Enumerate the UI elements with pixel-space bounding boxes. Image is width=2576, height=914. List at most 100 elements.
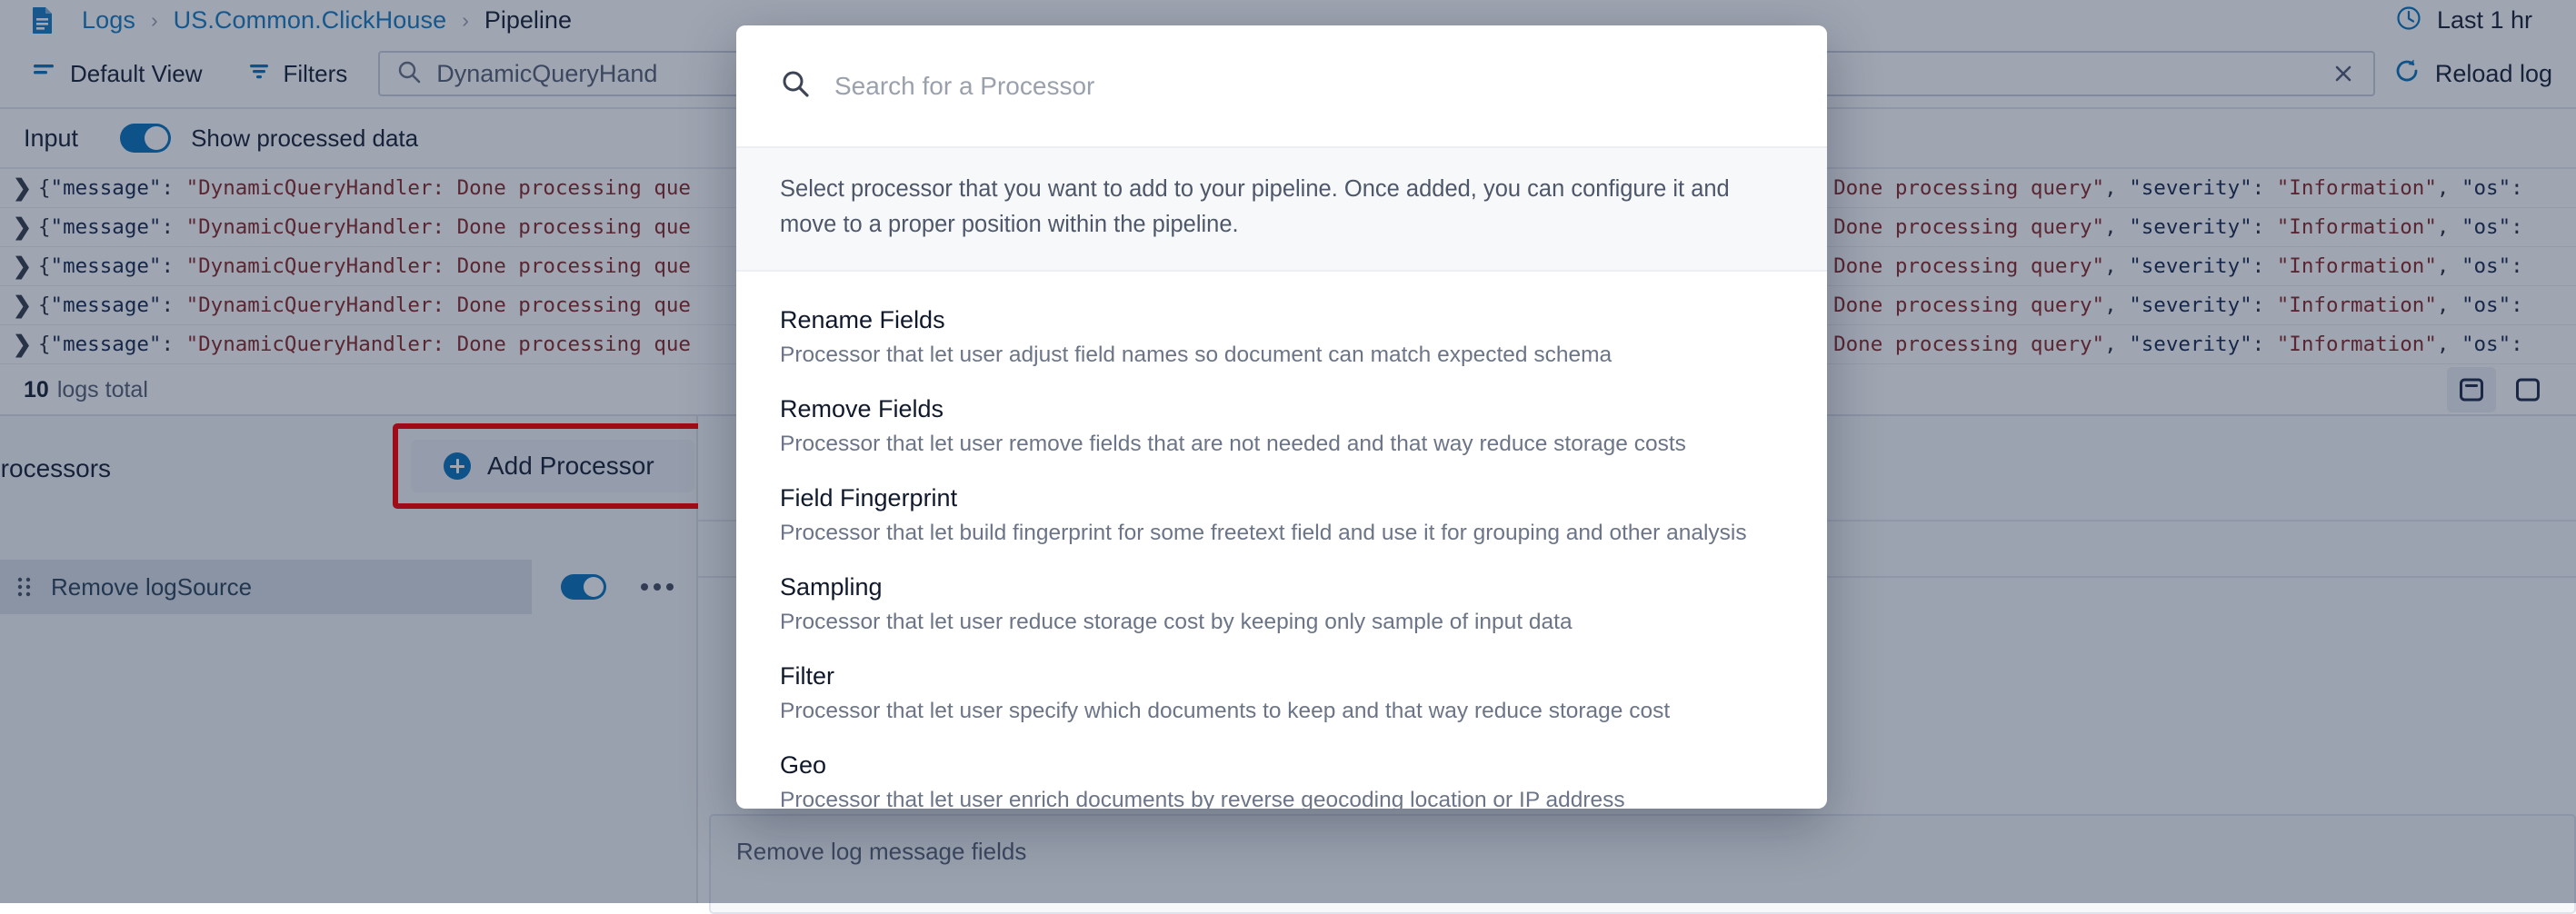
log-json-key: "message" xyxy=(51,215,162,239)
processors-pane: Processors Add Processor xyxy=(0,416,698,903)
processor-option-list: Rename Fields Processor that let user ad… xyxy=(736,272,1827,810)
search-icon xyxy=(780,68,811,104)
log-json-key-severity: "severity" xyxy=(2129,215,2252,239)
breadcrumb-item-logs[interactable]: Logs xyxy=(82,6,135,35)
time-range-label: Last 1 hr xyxy=(2437,6,2532,35)
processor-option-remove-fields[interactable]: Remove Fields Processor that let user re… xyxy=(736,382,1827,472)
log-json-value-tail: : Done processing query" xyxy=(1809,254,2104,278)
processor-option-filter[interactable]: Filter Processor that let user specify w… xyxy=(736,650,1827,739)
breadcrumb-item-pipeline: Pipeline xyxy=(484,6,572,35)
default-view-button[interactable]: Default View xyxy=(24,53,212,95)
chevron-right-icon[interactable]: ❯ xyxy=(13,214,38,241)
panel-layout-controls xyxy=(2447,367,2552,412)
add-processor-highlight: Add Processor xyxy=(393,423,713,509)
log-json-value-severity: "Information" xyxy=(2277,176,2437,200)
processor-option-name: Geo xyxy=(780,751,1783,780)
processor-name: Remove logSource xyxy=(51,573,252,601)
log-json-key-os: "os" xyxy=(2461,176,2511,200)
description-placeholder: Remove log message fields xyxy=(736,838,1026,866)
log-json-value-severity: "Information" xyxy=(2277,215,2437,239)
processor-option-description: Processor that let build fingerprint for… xyxy=(780,521,1783,546)
log-json-open: { xyxy=(38,176,51,200)
processor-option-rename-fields[interactable]: Rename Fields Processor that let user ad… xyxy=(736,293,1827,382)
log-json-key: "message" xyxy=(51,176,162,200)
breadcrumb: Logs › US.Common.ClickHouse › Pipeline xyxy=(82,6,572,35)
processor-option-sampling[interactable]: Sampling Processor that let user reduce … xyxy=(736,561,1827,650)
breadcrumb-item-table[interactable]: US.Common.ClickHouse xyxy=(174,6,447,35)
processor-enable-toggle[interactable] xyxy=(561,574,606,600)
processor-option-description: Processor that let user reduce storage c… xyxy=(780,610,1783,635)
log-json-colon: : xyxy=(161,215,185,239)
log-json-value: "DynamicQueryHandler: Done processing qu… xyxy=(186,293,691,317)
input-title: Input xyxy=(24,124,78,153)
chevron-right-icon[interactable]: ❯ xyxy=(13,331,38,358)
description-field[interactable]: Remove log message fields xyxy=(709,814,2576,914)
kebab-menu-icon[interactable] xyxy=(641,583,674,591)
log-json-value-severity: "Information" xyxy=(2277,254,2437,278)
logs-total-count: 10 xyxy=(24,377,49,403)
processor-option-geo[interactable]: Geo Processor that let user enrich docum… xyxy=(736,739,1827,810)
log-json-key-severity: "severity" xyxy=(2129,176,2252,200)
processor-option-description: Processor that let user specify which do… xyxy=(780,699,1783,724)
show-processed-data-label: Show processed data xyxy=(191,124,418,153)
refresh-icon xyxy=(2393,57,2421,91)
processors-title: Processors xyxy=(0,454,111,483)
log-json-key: "message" xyxy=(51,293,162,317)
processor-option-name: Sampling xyxy=(780,573,1783,601)
log-json-value-tail: : Done processing query" xyxy=(1809,293,2104,317)
processor-option-name: Filter xyxy=(780,662,1783,690)
add-processor-label: Add Processor xyxy=(487,452,654,481)
processor-option-name: Field Fingerprint xyxy=(780,484,1783,512)
log-json-key-os: "os" xyxy=(2461,254,2511,278)
close-icon[interactable] xyxy=(2330,60,2357,87)
panel-layout-icon-secondary[interactable] xyxy=(2503,367,2552,412)
log-json-key: "message" xyxy=(51,333,162,356)
plus-circle-icon xyxy=(444,452,471,480)
reload-logs-button[interactable]: Reload log xyxy=(2388,57,2552,91)
log-json-open: { xyxy=(38,254,51,278)
document-icon xyxy=(31,6,55,34)
list-item[interactable]: Remove logSource xyxy=(0,560,532,614)
panel-layout-icon[interactable] xyxy=(2447,367,2496,412)
processor-option-description: Processor that let user adjust field nam… xyxy=(780,343,1783,368)
processor-option-field-fingerprint[interactable]: Field Fingerprint Processor that let bui… xyxy=(736,472,1827,561)
default-view-label: Default View xyxy=(70,60,203,88)
log-json-key-os: "os" xyxy=(2461,333,2511,356)
time-range-picker[interactable]: Last 1 hr xyxy=(2395,5,2545,36)
search-icon xyxy=(396,59,422,89)
chevron-right-icon[interactable]: ❯ xyxy=(13,253,38,280)
drag-grip-icon[interactable] xyxy=(15,573,35,601)
show-processed-data-toggle[interactable] xyxy=(120,124,171,153)
log-json-value-tail: : Done processing query" xyxy=(1809,215,2104,239)
filters-button[interactable]: Filters xyxy=(239,53,357,95)
log-json-value-tail: : Done processing query" xyxy=(1809,176,2104,200)
processor-search-field[interactable]: Search for a Processor xyxy=(736,25,1827,146)
log-json-colon: : xyxy=(161,333,185,356)
log-json-colon: : xyxy=(161,293,185,317)
log-json-key-severity: "severity" xyxy=(2129,333,2252,356)
processor-option-description: Processor that let user enrich documents… xyxy=(780,788,1783,810)
modal-instructions: Select processor that you want to add to… xyxy=(736,146,1827,272)
breadcrumb-separator: › xyxy=(151,8,158,33)
view-lines-icon xyxy=(33,60,58,88)
log-json-key-severity: "severity" xyxy=(2129,254,2252,278)
log-json-key: "message" xyxy=(51,254,162,278)
log-json-value-severity: "Information" xyxy=(2277,293,2437,317)
add-processor-button[interactable]: Add Processor xyxy=(411,440,694,492)
log-json-colon: : xyxy=(161,176,185,200)
reload-logs-label: Reload log xyxy=(2435,60,2552,88)
filters-label: Filters xyxy=(284,60,348,88)
log-json-value: "DynamicQueryHandler: Done processing qu… xyxy=(186,215,691,239)
log-json-value-tail: : Done processing query" xyxy=(1809,333,2104,356)
logs-total-label: logs total xyxy=(57,377,148,403)
add-processor-modal: Search for a Processor Select processor … xyxy=(736,25,1827,809)
processors-header: Processors Add Processor xyxy=(0,416,696,522)
log-json-open: { xyxy=(38,293,51,317)
chevron-right-icon[interactable]: ❯ xyxy=(13,174,38,202)
filter-icon xyxy=(248,60,272,88)
chevron-right-icon[interactable]: ❯ xyxy=(13,292,38,319)
log-json-key-os: "os" xyxy=(2461,293,2511,317)
processor-row-controls xyxy=(532,560,674,614)
log-json-open: { xyxy=(38,215,51,239)
log-json-key-severity: "severity" xyxy=(2129,293,2252,317)
